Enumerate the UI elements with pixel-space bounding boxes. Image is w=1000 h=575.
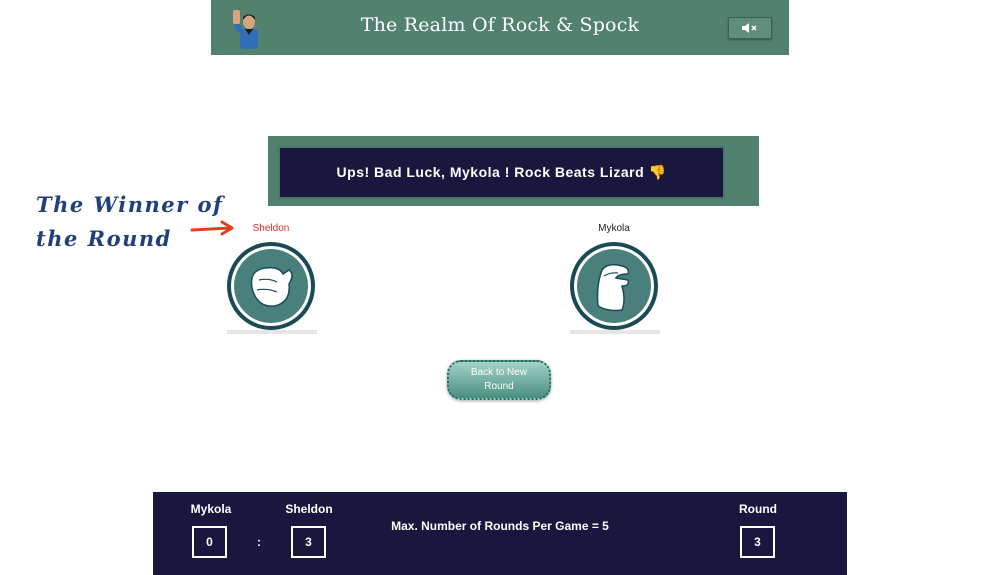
rock-hand-icon — [225, 240, 317, 332]
scoreboard: Mykola 0 : Sheldon 3 Max. Number of Roun… — [153, 492, 847, 575]
hand-shadow-right — [570, 330, 660, 334]
top-header: The Realm Of Rock & Spock — [211, 0, 789, 55]
result-message: Ups! Bad Luck, Mykola ! Rock Beats Lizar… — [278, 146, 725, 199]
score-separator: : — [257, 535, 261, 549]
player2-score-label: Sheldon — [285, 502, 333, 516]
mute-sound-button[interactable] — [728, 17, 772, 39]
player-name-mykola: Mykola — [598, 223, 630, 234]
player1-score-label: Mykola — [190, 502, 232, 516]
app-title: The Realm Of Rock & Spock — [360, 14, 640, 36]
result-banner: Ups! Bad Luck, Mykola ! Rock Beats Lizar… — [268, 136, 759, 206]
annotation-line-1: The Winner of — [36, 192, 224, 217]
hand-shadow-left — [227, 330, 317, 334]
round-label: Round — [739, 502, 777, 516]
back-to-new-round-button[interactable]: Back to New Round — [447, 360, 551, 400]
player-name-sheldon: Sheldon — [252, 223, 290, 234]
round-value: 3 — [740, 526, 775, 558]
speaker-muted-icon — [741, 19, 759, 38]
lizard-hand-icon — [568, 240, 660, 332]
